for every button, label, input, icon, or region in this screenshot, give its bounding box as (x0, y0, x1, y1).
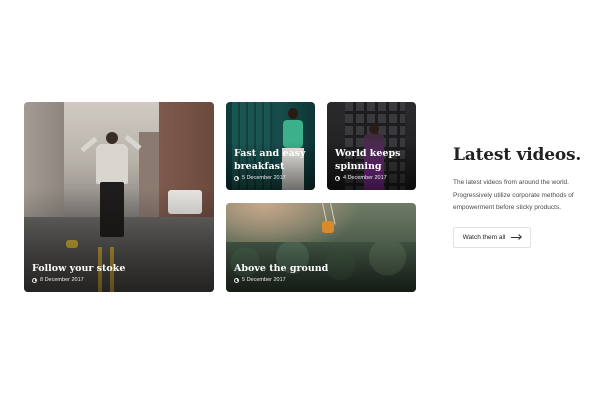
card-meta: 4 December 2017 (335, 175, 408, 181)
card-meta: 5 December 2017 (234, 175, 307, 181)
clock-icon (234, 277, 239, 283)
card-date: 5 December 2017 (242, 277, 286, 283)
video-card-follow-your-stoke[interactable]: Follow your stoke 8 December 2017 (24, 102, 214, 292)
video-card-fast-and-easy-breakfast[interactable]: Fast and easy breakfast 5 December 2017 (226, 102, 315, 190)
clock-icon (32, 277, 37, 283)
section-description: The latest videos from around the world.… (453, 179, 574, 211)
card-title: Above the ground (234, 263, 329, 274)
card-caption: Fast and easy breakfast 5 December 2017 (234, 147, 307, 181)
card-date: 5 December 2017 (242, 175, 286, 181)
watch-them-all-button[interactable]: Watch them all (453, 227, 531, 248)
clock-icon (234, 175, 239, 181)
card-date: 8 December 2017 (40, 277, 84, 283)
clock-icon (335, 175, 340, 181)
card-meta: 5 December 2017 (234, 277, 408, 283)
card-date: 4 December 2017 (343, 175, 387, 181)
card-caption: Above the ground 5 December 2017 (234, 262, 408, 283)
button-label: Watch them all (462, 234, 506, 241)
card-meta: 8 December 2017 (32, 277, 206, 283)
card-title: Follow your stoke (32, 263, 126, 274)
card-title: World keeps spinning (335, 148, 401, 172)
card-caption: Follow your stoke 8 December 2017 (32, 262, 206, 283)
card-title: Fast and easy breakfast (234, 148, 306, 172)
video-card-above-the-ground[interactable]: Above the ground 5 December 2017 (226, 203, 416, 292)
card-caption: World keeps spinning 4 December 2017 (335, 147, 408, 181)
section-heading: Latest videos. (453, 145, 582, 165)
video-card-world-keeps-spinning[interactable]: World keeps spinning 4 December 2017 (327, 102, 416, 190)
arrow-right-icon (511, 237, 522, 238)
